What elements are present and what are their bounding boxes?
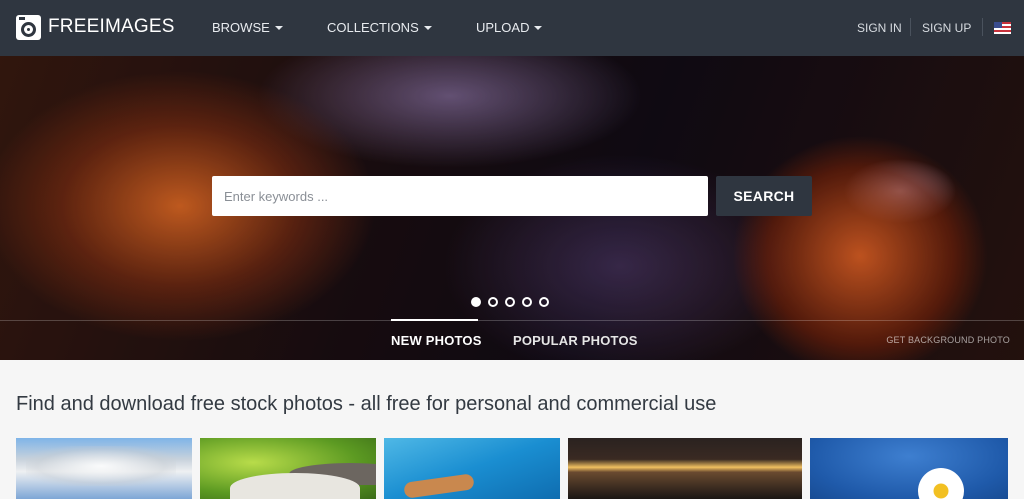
menu-collections-label: COLLECTIONS	[327, 20, 419, 35]
photo-thumbnail[interactable]	[200, 438, 376, 499]
sign-in-link[interactable]: SIGN IN	[857, 21, 902, 35]
slide-dot-2[interactable]	[488, 297, 498, 307]
photo-thumbnail[interactable]	[568, 438, 802, 499]
slide-dot-1[interactable]	[471, 297, 481, 307]
menu-collections[interactable]: COLLECTIONS	[327, 20, 432, 35]
slide-dot-3[interactable]	[505, 297, 515, 307]
get-background-photo-link[interactable]: GET BACKGROUND PHOTO	[886, 335, 1010, 345]
photo-thumbnail[interactable]	[16, 438, 192, 499]
us-flag-icon[interactable]	[994, 22, 1011, 34]
nav-divider	[910, 18, 911, 36]
search-button[interactable]: SEARCH	[716, 176, 812, 216]
brand-logo[interactable]: FREEIMAGES	[16, 14, 175, 40]
slide-indicators	[471, 297, 549, 309]
sign-up-link[interactable]: SIGN UP	[922, 21, 971, 35]
menu-upload-label: UPLOAD	[476, 20, 530, 35]
menu-upload[interactable]: UPLOAD	[476, 20, 543, 35]
chevron-down-icon	[534, 25, 543, 30]
page-tagline: Find and download free stock photos - al…	[16, 393, 717, 415]
nav-divider	[982, 18, 983, 36]
brand-name: FREEIMAGES	[48, 16, 175, 37]
tab-new-photos[interactable]: NEW PHOTOS	[391, 333, 482, 348]
tabs-divider	[0, 320, 1024, 321]
slide-dot-5[interactable]	[539, 297, 549, 307]
tab-popular-photos[interactable]: POPULAR PHOTOS	[513, 333, 638, 348]
photo-thumbnail[interactable]	[810, 438, 1008, 499]
active-tab-indicator	[391, 319, 478, 321]
chevron-down-icon	[423, 25, 432, 30]
chevron-down-icon	[274, 25, 283, 30]
menu-browse[interactable]: BROWSE	[212, 20, 283, 35]
camera-icon	[16, 14, 41, 40]
menu-browse-label: BROWSE	[212, 20, 270, 35]
top-navbar: FREEIMAGES BROWSE COLLECTIONS UPLOAD SIG…	[0, 0, 1024, 56]
slide-dot-4[interactable]	[522, 297, 532, 307]
hero-banner: SEARCH NEW PHOTOS POPULAR PHOTOS GET BAC…	[0, 56, 1024, 360]
photo-thumbnail[interactable]	[384, 438, 560, 499]
search-input[interactable]	[212, 176, 708, 216]
